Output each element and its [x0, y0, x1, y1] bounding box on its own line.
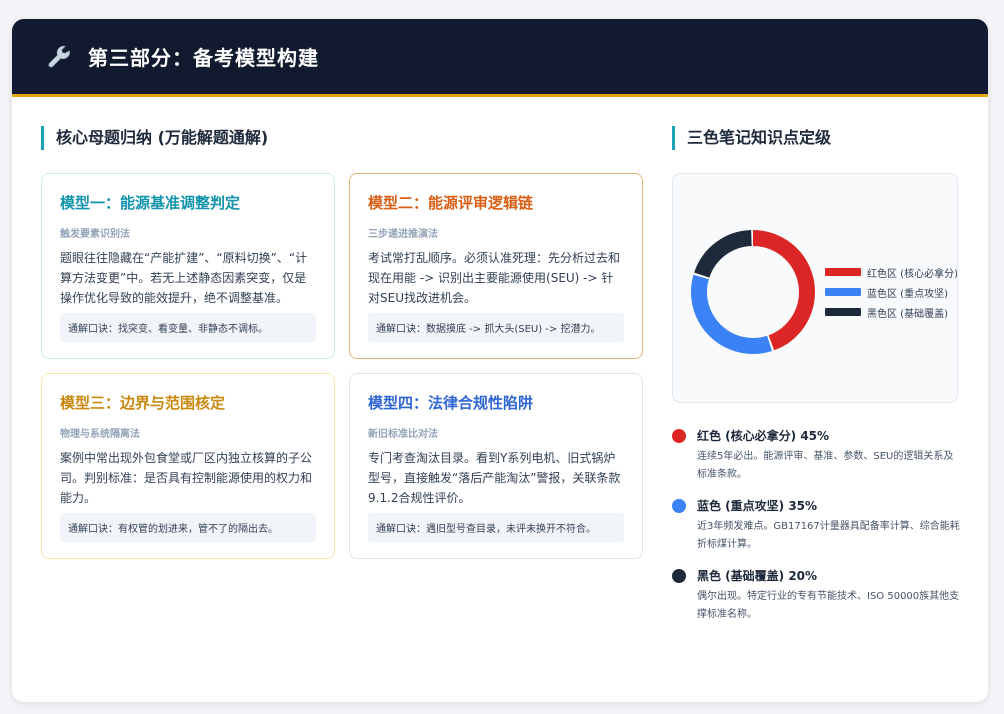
model-title: 模型二：能源评审逻辑链	[368, 194, 534, 212]
page-title: 第三部分：备考模型构建	[88, 46, 319, 70]
black-dot-icon	[672, 569, 686, 583]
model-subtitle: 三步递进推演法	[368, 229, 438, 240]
note-desc: 近3年频发难点。GB17167计量器具配备率计算、综合能耗折标煤计算。	[697, 521, 960, 550]
model-key-formula: 通解口诀：遇旧型号查目录，未评未换开不符合。	[368, 513, 624, 542]
model-card-2: 模型二：能源评审逻辑链 三步递进推演法 考试常打乱顺序。必须认准死理：先分析过去…	[349, 173, 643, 359]
red-dot-icon	[672, 429, 686, 443]
model-subtitle: 触发要素识别法	[60, 229, 130, 240]
note-blue: 蓝色 (重点攻坚) 35% 近3年频发难点。GB17167计量器具配备率计算、综…	[672, 497, 962, 554]
model-body: 案例中常出现外包食堂或厂区内独立核算的子公司。判别标准：是否具有控制能源使用的权…	[60, 451, 313, 505]
legend-label: 黑色区 (基础覆盖)	[867, 308, 948, 320]
model-subtitle: 物理与系统隔离法	[60, 429, 140, 440]
note-desc: 偶尔出现。特定行业的专有节能技术、ISO 50000族其他支撑标准名称。	[697, 591, 960, 620]
model-card-4: 模型四：法律合规性陷阱 新旧标准比对法 专门考查淘汰目录。看到Y系列电机、旧式锅…	[349, 373, 643, 559]
left-section-title: 核心母题归纳 (万能解题通解)	[41, 126, 268, 150]
donut-chart-panel: 红色区 (核心必拿分) 蓝色区 (重点攻坚) 黑色区 (基础覆盖)	[672, 173, 958, 403]
model-body: 题眼往往隐藏在“产能扩建”、“原料切换”、“计算方法变更”中。若无上述静态因素突…	[60, 251, 308, 305]
legend-swatch	[825, 308, 861, 316]
main-card: 第三部分：备考模型构建 核心母题归纳 (万能解题通解) 模型一：能源基准调整判定…	[12, 19, 988, 702]
note-title: 红色 (核心必拿分) 45%	[697, 429, 830, 443]
page-header: 第三部分：备考模型构建	[12, 19, 988, 97]
model-card-1: 模型一：能源基准调整判定 触发要素识别法 题眼往往隐藏在“产能扩建”、“原料切换…	[41, 173, 335, 359]
wrench-icon	[48, 45, 70, 67]
model-title: 模型一：能源基准调整判定	[60, 194, 241, 212]
legend-item: 黑色区 (基础覆盖)	[825, 302, 957, 322]
donut-chart	[691, 230, 815, 354]
model-subtitle: 新旧标准比对法	[368, 429, 438, 440]
chart-legend: 红色区 (核心必拿分) 蓝色区 (重点攻坚) 黑色区 (基础覆盖)	[825, 262, 958, 322]
tier-notes: 红色 (核心必拿分) 45% 连续5年必出。能源评审、基准、参数、SEU的逻辑关…	[672, 427, 962, 637]
note-red: 红色 (核心必拿分) 45% 连续5年必出。能源评审、基准、参数、SEU的逻辑关…	[672, 427, 962, 484]
right-section-title: 三色笔记知识点定级	[672, 126, 831, 150]
model-key-formula: 通解口诀：数据摸底 -> 抓大头(SEU) -> 挖潜力。	[368, 313, 624, 342]
model-body: 考试常打乱顺序。必须认准死理：先分析过去和现在用能 -> 识别出主要能源使用(S…	[368, 251, 621, 305]
note-title: 黑色 (基础覆盖) 20%	[697, 569, 818, 583]
model-key-formula: 通解口诀：找突变、看变量、非静态不调标。	[60, 313, 316, 342]
legend-item: 蓝色区 (重点攻坚)	[825, 282, 957, 302]
model-title: 模型四：法律合规性陷阱	[368, 394, 534, 412]
note-black: 黑色 (基础覆盖) 20% 偶尔出现。特定行业的专有节能技术、ISO 50000…	[672, 567, 962, 624]
model-title: 模型三：边界与范围核定	[60, 394, 226, 412]
legend-label: 蓝色区 (重点攻坚)	[867, 288, 948, 300]
model-card-3: 模型三：边界与范围核定 物理与系统隔离法 案例中常出现外包食堂或厂区内独立核算的…	[41, 373, 335, 559]
legend-swatch	[825, 288, 861, 296]
note-title: 蓝色 (重点攻坚) 35%	[697, 499, 818, 513]
model-body: 专门考查淘汰目录。看到Y系列电机、旧式锅炉型号，直接触发“落后产能淘汰”警报，关…	[368, 451, 621, 505]
blue-dot-icon	[672, 499, 686, 513]
legend-swatch	[825, 268, 861, 276]
legend-label: 红色区 (核心必拿分)	[867, 268, 958, 280]
legend-item: 红色区 (核心必拿分)	[825, 262, 958, 282]
note-desc: 连续5年必出。能源评审、基准、参数、SEU的逻辑关系及标准条款。	[697, 451, 954, 480]
model-key-formula: 通解口诀：有权管的划进来，管不了的隔出去。	[60, 513, 316, 542]
